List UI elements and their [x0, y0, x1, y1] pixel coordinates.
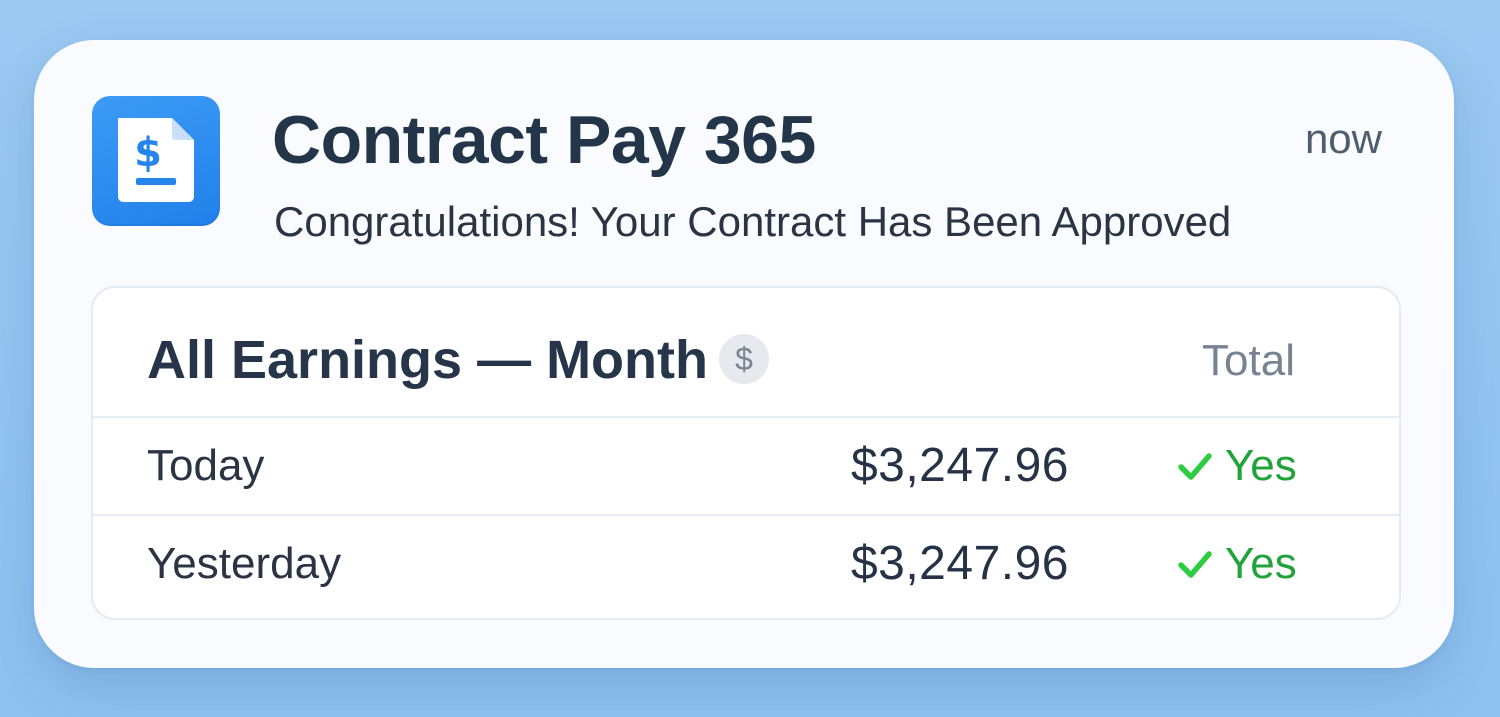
- earnings-row-yesterday: Yesterday $3,247.96 Yes: [93, 514, 1399, 612]
- earnings-header: All Earnings — Month $ Total: [93, 288, 1399, 418]
- earnings-row-today: Today $3,247.96 Yes: [93, 418, 1399, 514]
- app-name: Contract Pay 365: [272, 102, 816, 178]
- row-label: Yesterday: [147, 539, 342, 588]
- total-column-label: Total: [1202, 336, 1295, 385]
- status-text: Yes: [1225, 539, 1297, 588]
- earnings-title: All Earnings — Month: [147, 330, 708, 390]
- svg-text:$: $: [134, 130, 162, 176]
- status-text: Yes: [1225, 441, 1297, 490]
- checkmark-icon: [1178, 551, 1212, 578]
- document-dollar-icon: $: [92, 96, 220, 226]
- earnings-panel: All Earnings — Month $ Total Today $3,24…: [91, 286, 1401, 620]
- row-label: Today: [147, 441, 265, 490]
- row-amount: $3,247.96: [850, 537, 1069, 590]
- row-status: Yes: [1175, 538, 1297, 590]
- row-status: Yes: [1175, 440, 1297, 492]
- notification-time: now: [1304, 115, 1382, 162]
- notification-card[interactable]: $ Contract Pay 365 now Congratulations! …: [34, 40, 1454, 668]
- checkmark-icon: [1178, 453, 1212, 480]
- dollar-circle-icon: $: [719, 334, 769, 384]
- notification-message: Congratulations! Your Contract Has Been …: [274, 198, 1232, 245]
- row-amount: $3,247.96: [850, 439, 1069, 492]
